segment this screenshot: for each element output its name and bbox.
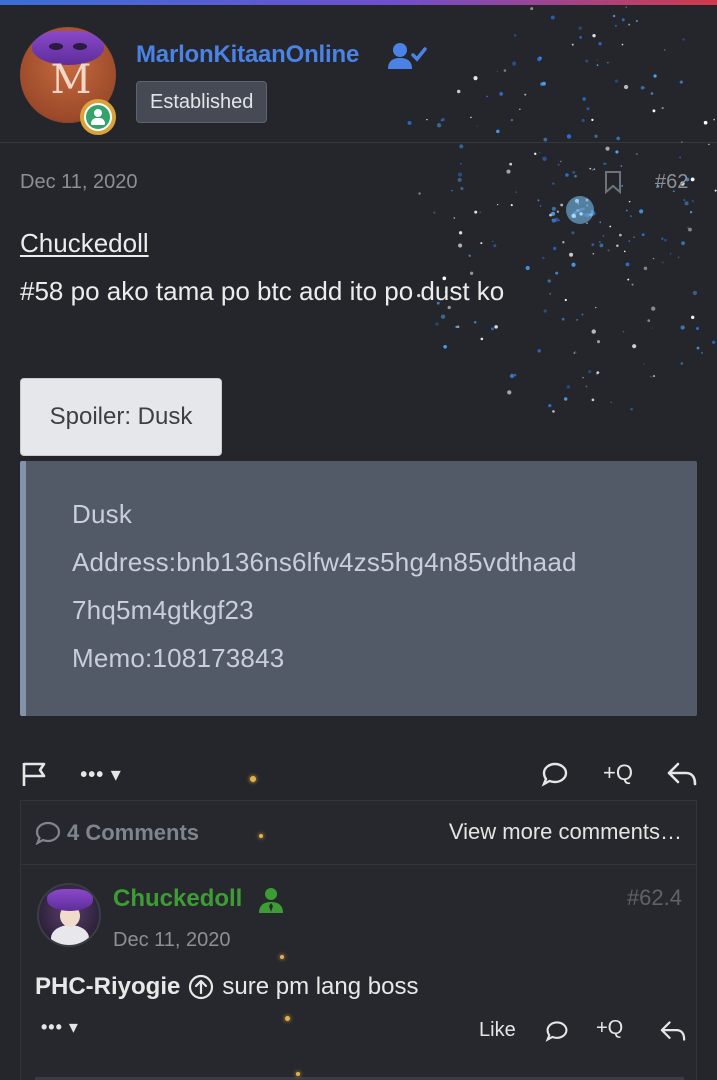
comment-text: sure pm lang boss <box>222 973 419 1000</box>
comment-more-options-button[interactable]: ••• ▾ <box>41 1017 79 1038</box>
user-check-icon <box>388 43 427 69</box>
comment-number-link[interactable]: #62.4 <box>627 885 682 911</box>
sparkle-decoration <box>259 834 263 838</box>
commenter-avatar[interactable] <box>37 883 101 947</box>
comment-like-button[interactable]: Like <box>479 1019 516 1042</box>
spoiler-content: Dusk Address:bnb136ns6lfw4zs5hg4n85vdtha… <box>20 461 697 716</box>
report-flag-icon[interactable] <box>20 760 48 788</box>
post-action-bar: ••• ▾ +Q <box>0 748 717 798</box>
comment-mention-user[interactable]: PHC-Riyogie <box>35 973 180 1001</box>
spoiler-line: Memo:108173843 <box>72 643 285 673</box>
bookmark-icon[interactable] <box>604 170 622 194</box>
comment-body: PHC-Riyogie sure pm lang boss <box>35 973 418 1001</box>
comment-icon[interactable] <box>541 760 569 788</box>
comment-date[interactable]: Dec 11, 2020 <box>113 929 231 952</box>
spoiler-line: Dusk <box>72 499 133 529</box>
comment-action-bar: ••• ▾ Like +Q <box>21 1013 696 1049</box>
spoiler-line: Address:bnb136ns6lfw4zs5hg4n85vdthaad <box>72 547 577 577</box>
reply-icon[interactable] <box>666 760 698 788</box>
more-options-button[interactable]: ••• ▾ <box>74 760 128 788</box>
spoiler-line: 7hq5m4gtkgf23 <box>72 595 254 625</box>
online-status-icon <box>80 99 116 135</box>
sparkle-decoration <box>296 1072 300 1076</box>
spoiler-toggle-button[interactable]: Spoiler: Dusk <box>20 378 222 456</box>
comment-reply-bubble-icon[interactable] <box>545 1019 569 1043</box>
commenter-username[interactable]: Chuckedoll <box>113 885 242 913</box>
post-number-link[interactable]: #62 <box>655 171 688 194</box>
comments-count-label: 4 Comments <box>67 820 200 845</box>
comments-bubble-icon <box>35 821 61 845</box>
comments-panel: 4 Comments View more comments… Chuckedol… <box>20 800 697 1080</box>
post-header: M MarlonKitaanOnline Established <box>0 5 717 143</box>
comment-reply-icon[interactable] <box>659 1019 687 1043</box>
sparkle-decoration <box>280 955 284 959</box>
user-tie-icon <box>259 888 283 913</box>
comments-header: 4 Comments View more comments… <box>21 801 696 865</box>
mentioned-user-link[interactable]: Chuckedoll <box>20 228 149 259</box>
avatar-letters: M <box>50 57 92 103</box>
sparkle-decoration <box>250 776 256 782</box>
post-body-text: #58 po ako tama po btc add ito po dust k… <box>20 276 505 306</box>
multi-quote-button[interactable]: +Q <box>596 758 640 788</box>
post-date[interactable]: Dec 11, 2020 <box>20 171 138 194</box>
comments-count[interactable]: 4 Comments <box>35 820 199 846</box>
comment-quote-button[interactable]: +Q <box>596 1017 623 1040</box>
arrow-up-circle-icon[interactable] <box>188 974 214 1000</box>
author-username[interactable]: MarlonKitaanOnline <box>136 41 359 69</box>
sparkle-decoration <box>285 1016 290 1021</box>
view-more-comments-link[interactable]: View more comments… <box>449 819 682 845</box>
user-title-badge: Established <box>136 81 268 123</box>
